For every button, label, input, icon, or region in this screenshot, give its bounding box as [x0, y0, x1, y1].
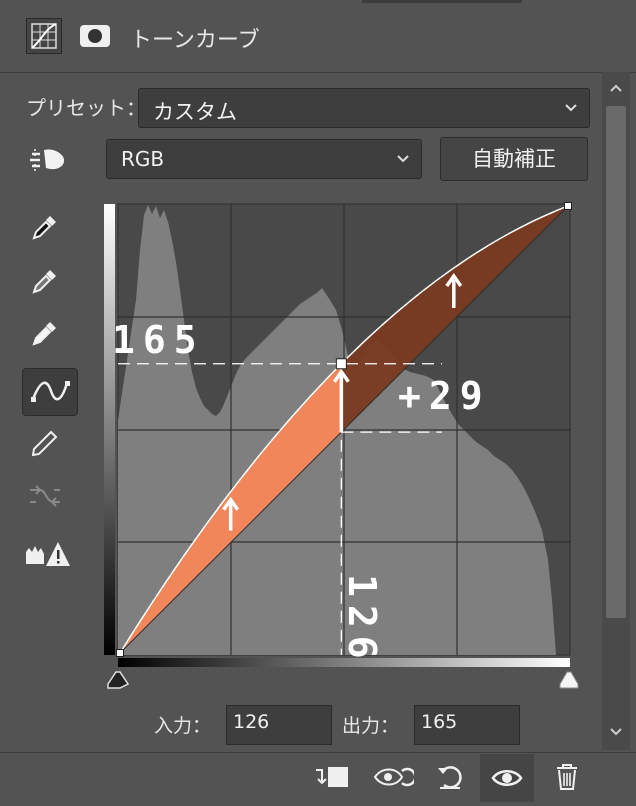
curve-point-black[interactable]	[116, 649, 124, 657]
curve-point-tool-icon[interactable]	[22, 368, 78, 416]
trash-icon[interactable]	[554, 762, 580, 792]
curve-point-selected[interactable]	[335, 358, 347, 370]
scroll-up-icon[interactable]	[608, 80, 624, 94]
white-point-slider[interactable]	[559, 671, 579, 689]
input-annotation: 126	[340, 574, 384, 667]
tab-strip	[362, 0, 522, 3]
chevron-down-icon	[397, 155, 409, 163]
output-gradient-bar	[104, 204, 115, 655]
targeted-adjustment-icon[interactable]	[26, 144, 70, 176]
eyedropper-black-icon[interactable]	[28, 212, 60, 244]
scroll-down-icon[interactable]	[608, 724, 624, 738]
eye-icon	[491, 770, 523, 786]
smooth-curve-icon[interactable]	[28, 480, 60, 512]
output-annotation: 165	[112, 318, 205, 362]
auto-button[interactable]: 自動補正	[440, 137, 588, 181]
clip-to-layer-icon[interactable]	[312, 762, 352, 792]
black-point-slider[interactable]	[107, 671, 130, 689]
channel-value: RGB	[121, 147, 165, 171]
delta-annotation: +29	[398, 374, 491, 418]
output-field[interactable]: 165	[414, 705, 520, 745]
view-previous-state-icon[interactable]	[372, 762, 417, 792]
pencil-icon[interactable]	[28, 428, 60, 460]
visibility-toggle[interactable]	[480, 754, 534, 802]
input-field[interactable]: 126	[226, 705, 332, 745]
clipping-warning-icon[interactable]	[24, 538, 72, 570]
output-label: 出力：	[342, 715, 400, 737]
curve-point-white[interactable]	[564, 202, 572, 210]
preset-value: カスタム	[153, 100, 237, 124]
preset-dropdown[interactable]: カスタム	[138, 88, 590, 128]
eyedropper-white-icon[interactable]	[28, 318, 60, 350]
reset-icon[interactable]	[434, 762, 466, 792]
channel-dropdown[interactable]: RGB	[106, 139, 422, 179]
mask-icon[interactable]	[78, 22, 112, 50]
curves-grid-icon[interactable]	[26, 18, 62, 54]
input-label: 入力：	[154, 715, 212, 737]
eyedropper-gray-icon[interactable]	[28, 266, 60, 298]
panel-title: トーンカーブ	[130, 28, 260, 53]
preset-label: プリセット：	[26, 96, 146, 120]
chevron-down-icon	[565, 104, 577, 112]
scrollbar-thumb[interactable]	[606, 106, 626, 618]
